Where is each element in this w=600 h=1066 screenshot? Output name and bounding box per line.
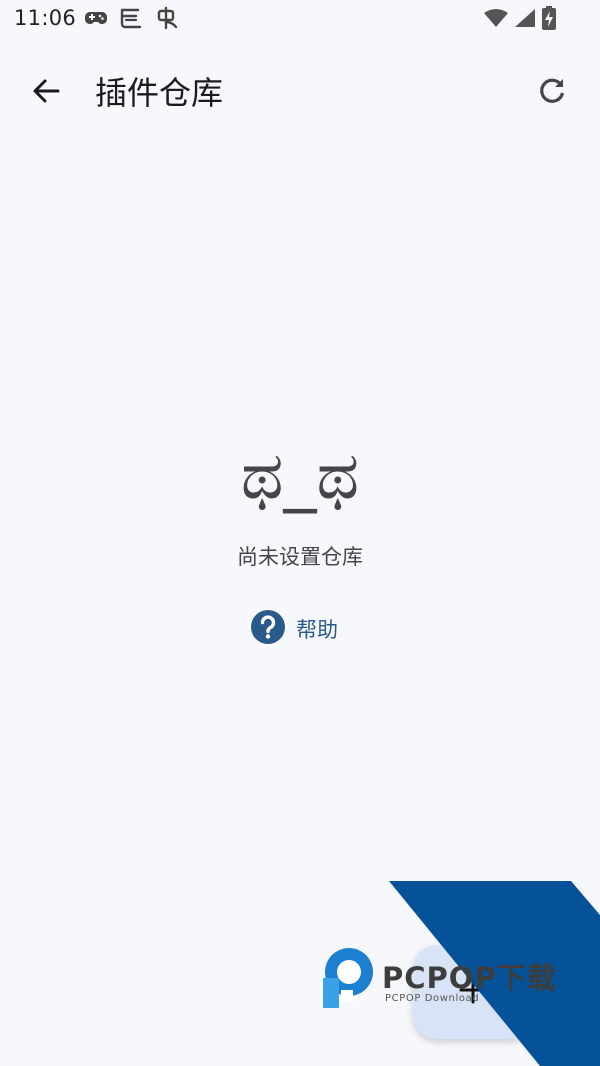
refresh-button[interactable] xyxy=(526,70,578,116)
refresh-icon xyxy=(537,76,567,110)
status-icons-right xyxy=(484,6,556,34)
empty-state-message: 尚未设置仓库 xyxy=(237,545,363,569)
help-link[interactable]: 帮助 xyxy=(250,606,354,652)
gamepad-icon xyxy=(84,8,108,32)
status-time: 11:06 xyxy=(14,6,77,30)
add-repository-fab[interactable] xyxy=(413,945,533,1039)
page-title: 插件仓库 xyxy=(95,74,224,112)
help-circle-icon xyxy=(250,609,286,649)
empty-state-face: ಥ_ಥ xyxy=(240,437,360,514)
watermark-overlay: PCPOP下载 PCPOP Download xyxy=(323,881,600,1066)
back-button[interactable] xyxy=(18,70,74,116)
wifi-icon xyxy=(484,8,508,32)
status-icons-left xyxy=(84,6,180,34)
arrow-back-icon xyxy=(31,76,61,110)
help-label: 帮助 xyxy=(296,618,338,642)
watermark-logo-icon xyxy=(323,948,373,1008)
notification-app-icon xyxy=(118,6,144,34)
app-bar: 插件仓库 xyxy=(0,48,600,138)
status-bar: 11:06 xyxy=(0,0,600,42)
battery-charging-icon xyxy=(542,6,556,34)
bug-app-icon xyxy=(154,6,180,34)
cellular-signal-icon xyxy=(514,8,536,32)
add-icon xyxy=(458,975,488,1009)
